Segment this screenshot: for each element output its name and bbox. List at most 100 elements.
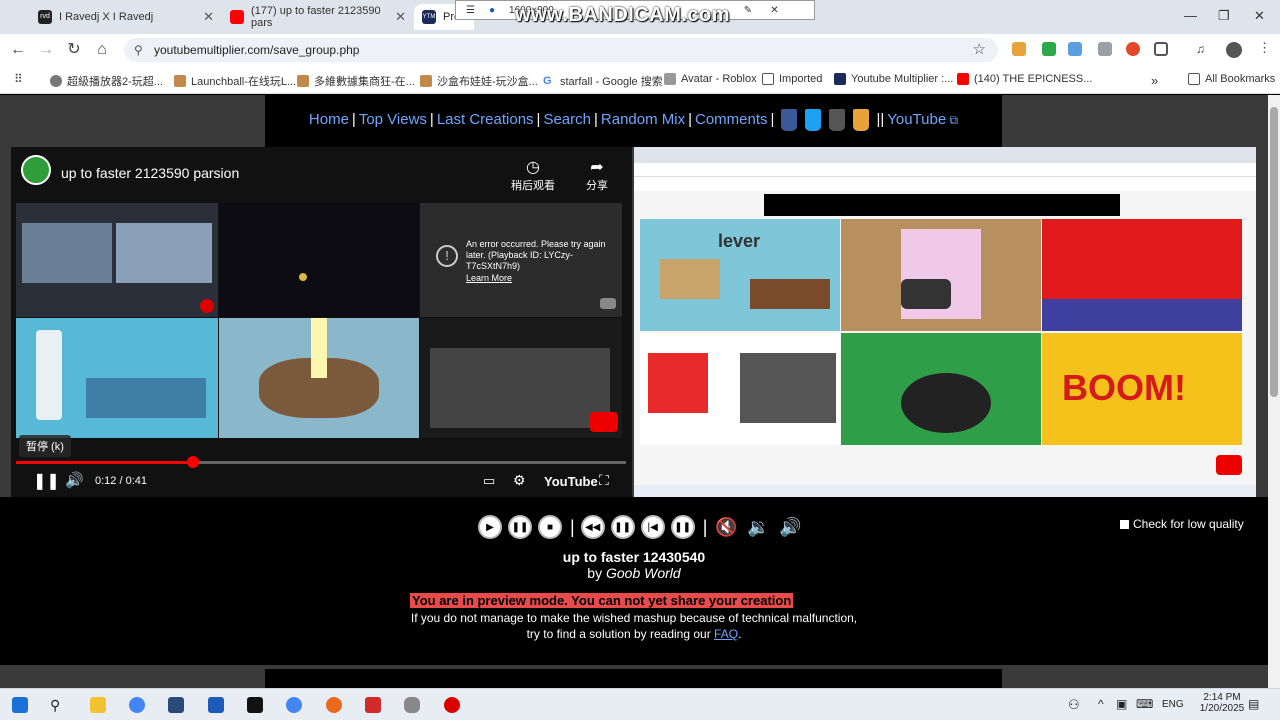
close-icon[interactable]: ✕ xyxy=(770,5,778,16)
search-icon[interactable]: ⚲ xyxy=(50,697,66,713)
right-video-player[interactable]: lever BOOM! xyxy=(634,147,1256,497)
notification-icon[interactable]: ▤ xyxy=(1248,697,1259,711)
forward-icon[interactable]: → xyxy=(36,40,56,60)
bookmark-item[interactable]: 超級播放器2-玩超... xyxy=(50,73,163,89)
app-icon[interactable] xyxy=(365,697,381,713)
previous-button[interactable]: |◀ xyxy=(640,515,665,539)
media-icon[interactable]: ♫ xyxy=(1196,42,1210,56)
pencil-icon[interactable]: ✎ xyxy=(744,5,752,16)
subtitles-icon[interactable]: ▭ xyxy=(483,473,495,489)
chrome-icon[interactable] xyxy=(129,697,145,713)
channel-avatar[interactable] xyxy=(21,155,51,185)
mute-icon[interactable]: 🔇 xyxy=(713,515,739,539)
close-icon[interactable]: ✕ xyxy=(395,9,406,25)
pause-all-button[interactable]: ❚❚ xyxy=(610,515,635,539)
bandicam-icon[interactable] xyxy=(444,697,460,713)
play-button[interactable]: ▶ xyxy=(478,515,502,539)
pause-icon[interactable]: ❚❚ xyxy=(33,471,60,491)
url-bar[interactable]: ⚲ youtubemultiplier.com/save_group.php ☆ xyxy=(124,38,998,62)
settings-gear-icon[interactable]: ⚙ xyxy=(513,472,526,489)
video-title[interactable]: up to faster 2123590 parsion xyxy=(61,165,239,181)
keyboard-icon[interactable]: ⌨ xyxy=(1136,697,1153,711)
bookmark-item[interactable]: Gstarfall - Google 搜索 xyxy=(543,73,663,89)
file-explorer-icon[interactable] xyxy=(90,697,106,713)
nav-search[interactable]: Search xyxy=(543,111,591,128)
fullscreen-icon[interactable]: ⛶ xyxy=(599,472,609,489)
learn-more-link[interactable]: Learn More xyxy=(466,273,512,283)
windows-start-icon[interactable] xyxy=(12,697,28,713)
more-bookmarks-button[interactable]: » xyxy=(1151,73,1158,88)
close-window-icon[interactable]: ✕ xyxy=(1254,8,1265,24)
close-icon[interactable]: ✕ xyxy=(203,9,214,25)
pause-button[interactable]: ❚❚ xyxy=(508,515,532,539)
tab-youtube[interactable]: (177) up to faster 2123590 pars ✕ xyxy=(222,4,412,30)
mouse-icon[interactable] xyxy=(404,697,420,713)
volume-high-icon[interactable]: 🔊 xyxy=(777,515,803,539)
left-video-player[interactable]: ! An error occurred. Please try again la… xyxy=(11,147,632,497)
apps-grid-icon[interactable]: ⠿ xyxy=(14,72,23,86)
kebab-menu-icon[interactable]: ⋮ xyxy=(1258,41,1272,56)
puzzle-icon[interactable] xyxy=(1154,42,1168,56)
watch-later-button[interactable]: ◷ 稍后观看 xyxy=(511,157,555,193)
volume-icon[interactable]: 🔊 xyxy=(65,471,84,489)
rewind-button[interactable]: ◀◀ xyxy=(580,515,605,539)
nav-top-views[interactable]: Top Views xyxy=(359,111,427,128)
extension-icon[interactable] xyxy=(1012,42,1026,56)
embedded-address-bar xyxy=(634,163,1256,177)
language-indicator[interactable]: ENG xyxy=(1162,699,1184,710)
bookmark-item[interactable]: Launchball-在线玩L... xyxy=(174,73,296,89)
facebook-cup-icon[interactable] xyxy=(781,109,798,131)
clock[interactable]: 2:14 PM 1/20/2025 xyxy=(1198,692,1246,714)
page-scrollbar[interactable] xyxy=(1268,95,1280,688)
site-info-icon[interactable]: ⚲ xyxy=(134,38,143,62)
nav-comments[interactable]: Comments xyxy=(695,111,768,128)
bookmark-item[interactable]: Youtube Multiplier :... xyxy=(834,73,953,85)
bookmark-star-icon[interactable]: ☆ xyxy=(973,38,986,62)
app-icon[interactable] xyxy=(326,697,342,713)
nav-random-mix[interactable]: Random Mix xyxy=(601,111,685,128)
profile-avatar[interactable] xyxy=(1226,42,1242,58)
low-quality-checkbox[interactable]: Check for low quality xyxy=(1120,517,1244,531)
scrollbar-thumb[interactable] xyxy=(1270,107,1278,397)
mic-icon[interactable]: ● xyxy=(489,5,495,16)
bookmark-item[interactable]: Imported xyxy=(762,73,822,85)
tab-ravedj[interactable]: rvd I Ravedj X I Ravedj ✕ xyxy=(30,4,220,30)
faq-link[interactable]: FAQ xyxy=(714,627,738,641)
bookmark-item[interactable]: (140) THE EPICNESS... xyxy=(957,73,1092,85)
youtube-logo[interactable]: YouTube xyxy=(544,474,598,489)
extension-icon[interactable] xyxy=(1042,42,1056,56)
extension-icon[interactable] xyxy=(1068,42,1082,56)
bookmark-item[interactable]: 沙盒布娃娃-玩沙盒... xyxy=(420,73,538,89)
minimize-icon[interactable]: — xyxy=(1184,8,1197,23)
menu-icon[interactable]: ☰ xyxy=(466,5,475,16)
word-icon[interactable] xyxy=(208,697,224,713)
all-bookmarks-button[interactable]: All Bookmarks xyxy=(1188,73,1275,85)
cup-icon[interactable] xyxy=(853,109,870,131)
maximize-icon[interactable]: ❐ xyxy=(1218,8,1230,24)
volume-low-icon[interactable]: 🔉 xyxy=(745,515,771,539)
share-cup-icon[interactable] xyxy=(829,109,846,131)
pause-sync-button[interactable]: ❚❚ xyxy=(670,515,695,539)
chevron-up-icon[interactable]: ^ xyxy=(1098,697,1104,711)
capcut-icon[interactable] xyxy=(247,697,263,713)
share-button[interactable]: ➦ 分享 xyxy=(586,157,608,193)
checkbox[interactable] xyxy=(1120,519,1129,529)
twitter-cup-icon[interactable] xyxy=(805,109,822,131)
app-icon[interactable] xyxy=(168,697,184,713)
extension-icon[interactable] xyxy=(1126,42,1140,56)
nav-home[interactable]: Home xyxy=(309,111,349,128)
video-progress-bar[interactable] xyxy=(16,456,626,468)
bookmark-item[interactable]: 多維數據集商狂-在... xyxy=(297,73,415,89)
nav-youtube[interactable]: YouTube xyxy=(887,111,946,128)
people-icon[interactable]: ⚇ xyxy=(1068,697,1080,713)
network-icon[interactable]: ▣ xyxy=(1116,697,1127,711)
extension-icon[interactable] xyxy=(1098,42,1112,56)
chrome-active-icon[interactable] xyxy=(286,697,302,713)
nav-last-creations[interactable]: Last Creations xyxy=(437,111,534,128)
scrubber-handle[interactable] xyxy=(186,456,199,468)
bookmark-item[interactable]: Avatar - Roblox xyxy=(664,73,757,85)
back-icon[interactable]: ← xyxy=(8,40,28,60)
reload-icon[interactable]: ↻ xyxy=(64,40,84,60)
stop-button[interactable]: ■ xyxy=(538,515,562,539)
home-icon[interactable]: ⌂ xyxy=(92,40,112,60)
